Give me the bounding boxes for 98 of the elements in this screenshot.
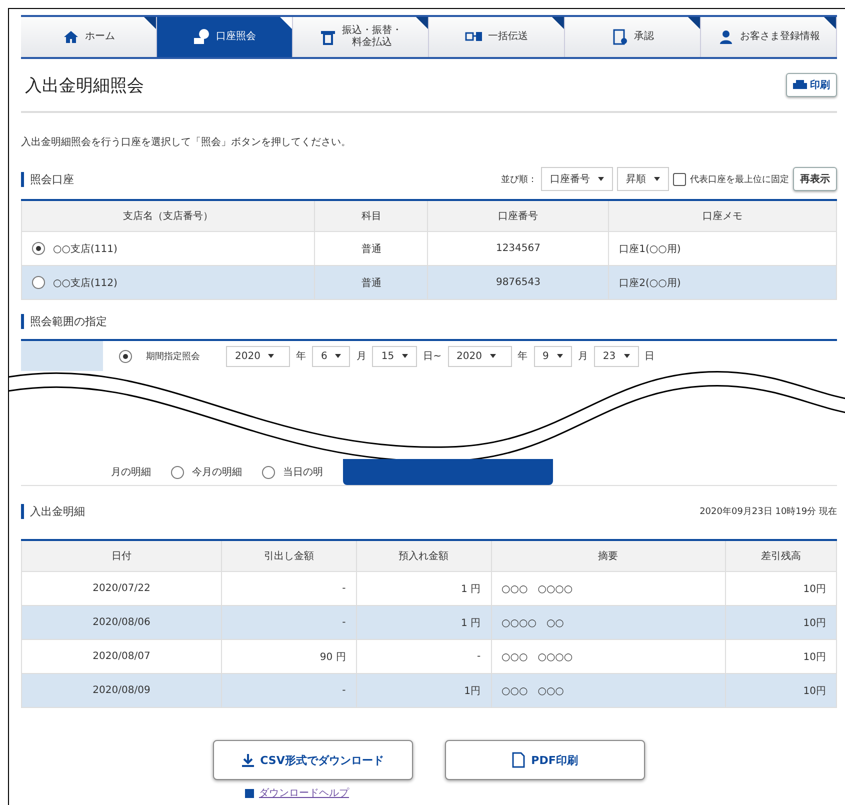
nav-tab[interactable]: 振込・振替・料金払込 [293, 17, 429, 57]
table-cell: - [221, 606, 356, 640]
date-select[interactable]: 15 [372, 346, 418, 366]
page-title: 入出金明細照会 [25, 74, 144, 96]
sort-key-select[interactable]: 口座番号 [541, 167, 613, 191]
table-cell: 9876543 [428, 266, 609, 300]
table-cell: 10円 [725, 606, 836, 640]
table-cell: 口座2(○○用) [608, 266, 836, 300]
sort-order-select[interactable]: 昇順 [617, 167, 669, 191]
column-header: 引出し金額 [221, 540, 356, 572]
date-unit: 日 [644, 350, 655, 363]
table-cell: ○○○○ ○○ [491, 606, 726, 640]
table-cell: ○○支店(111) [22, 232, 315, 266]
table-cell: 普通 [314, 232, 428, 266]
date-select[interactable]: 2020 [448, 346, 512, 366]
table-cell: - [356, 640, 492, 674]
table-cell: ○○○ ○○○ [491, 674, 726, 708]
help-link[interactable]: ダウンロードヘルプ [245, 786, 349, 800]
home-icon [62, 29, 80, 45]
clipboard-check-icon [611, 29, 629, 45]
column-header: 口座メモ [608, 200, 836, 232]
table-cell: 10円 [725, 640, 836, 674]
coin-card-icon [193, 29, 211, 45]
section-heading: 入出金明細 [21, 504, 85, 519]
table-cell: ○○支店(112) [22, 266, 315, 300]
radio-button[interactable] [262, 466, 275, 478]
radio-label: 当日の明 [283, 466, 323, 479]
radio-label: 今月の明細 [192, 466, 242, 479]
date-unit: 年 [518, 350, 528, 363]
sort-label: 並び順： [501, 174, 537, 186]
radio-label: 月の明細 [111, 466, 151, 479]
section-heading: 照会範囲の指定 [21, 314, 107, 329]
table-cell: 2020/08/07 [22, 640, 222, 674]
nav-tab[interactable]: 口座照会 [157, 17, 293, 57]
date-unit: 年 [296, 350, 306, 363]
radio-button[interactable] [32, 242, 45, 256]
column-header: 差引残高 [725, 540, 836, 572]
caret-icon [268, 354, 274, 358]
document-icon [512, 752, 526, 768]
table-cell: ○○○ ○○○○ [491, 640, 726, 674]
table-cell: 1円 [356, 674, 492, 708]
caret-icon [335, 354, 342, 358]
pdf-print-button[interactable]: PDF印刷 [445, 740, 645, 780]
caret-icon [654, 177, 660, 181]
checkbox-label: 代表口座を最上位に固定 [690, 174, 789, 186]
table-cell: 2020/08/06 [22, 606, 222, 640]
caret-icon [490, 354, 496, 358]
radio-button[interactable] [119, 350, 132, 362]
table-cell: 口座1(○○用) [608, 232, 836, 266]
corner-mark-icon [824, 17, 836, 29]
table-cell: 2020/07/22 [22, 572, 222, 606]
help-square-icon [245, 788, 254, 798]
date-unit: 月 [356, 350, 366, 363]
table-cell: - [221, 572, 356, 606]
printer-icon [793, 80, 807, 90]
date-select[interactable]: 23 [594, 346, 639, 366]
print-button[interactable]: 印刷 [786, 73, 837, 97]
column-header: 摘要 [491, 540, 726, 572]
table-cell: 1234567 [428, 232, 609, 266]
table-cell: 10円 [725, 674, 836, 708]
table-cell: 1 円 [356, 572, 492, 606]
timestamp: 2020年09月23日 10時19分 現在 [700, 506, 837, 518]
table-cell: - [221, 674, 356, 708]
section-heading: 照会口座 [21, 172, 74, 186]
date-select[interactable]: 6 [312, 346, 350, 366]
csv-download-button[interactable]: CSV形式でダウンロード [213, 740, 413, 780]
table-cell: ○○○ ○○○○ [491, 572, 726, 606]
radio-button[interactable] [171, 466, 184, 478]
column-header: 科目 [314, 200, 428, 232]
checkbox[interactable] [673, 172, 686, 186]
table-cell: 10円 [725, 572, 836, 606]
caret-icon [556, 354, 563, 358]
atm-icon [319, 29, 337, 45]
column-header: 預入れ金額 [356, 540, 492, 572]
nav-tab[interactable]: お客さま登録情報 [701, 17, 837, 57]
table-cell: 90 円 [221, 640, 356, 674]
date-unit: 日~ [423, 350, 442, 363]
nav-tab[interactable]: 承認 [565, 17, 701, 57]
refresh-button[interactable]: 再表示 [793, 167, 837, 191]
caret-icon [624, 354, 630, 358]
caret-icon [402, 354, 408, 358]
table-cell: 2020/08/09 [22, 674, 222, 708]
download-icon [242, 754, 254, 766]
nav-tab[interactable]: ホーム [21, 17, 157, 57]
table-cell: 1 円 [356, 606, 492, 640]
table-cell: 普通 [314, 266, 428, 300]
column-header: 口座番号 [428, 200, 609, 232]
instruction-text: 入出金明細照会を行う口座を選択して「照会」ボタンを押してください。 [21, 136, 352, 149]
nav-tab[interactable]: 一括伝送 [429, 17, 565, 57]
caret-icon [598, 177, 604, 181]
date-select[interactable]: 2020 [226, 346, 290, 366]
radio-button[interactable] [32, 276, 45, 290]
date-select[interactable]: 9 [534, 346, 572, 366]
radio-label: 期間指定照会 [146, 350, 200, 362]
person-icon [717, 29, 735, 45]
column-header: 支店名（支店番号） [22, 200, 315, 232]
column-header: 日付 [22, 540, 222, 572]
date-unit: 月 [578, 350, 588, 363]
